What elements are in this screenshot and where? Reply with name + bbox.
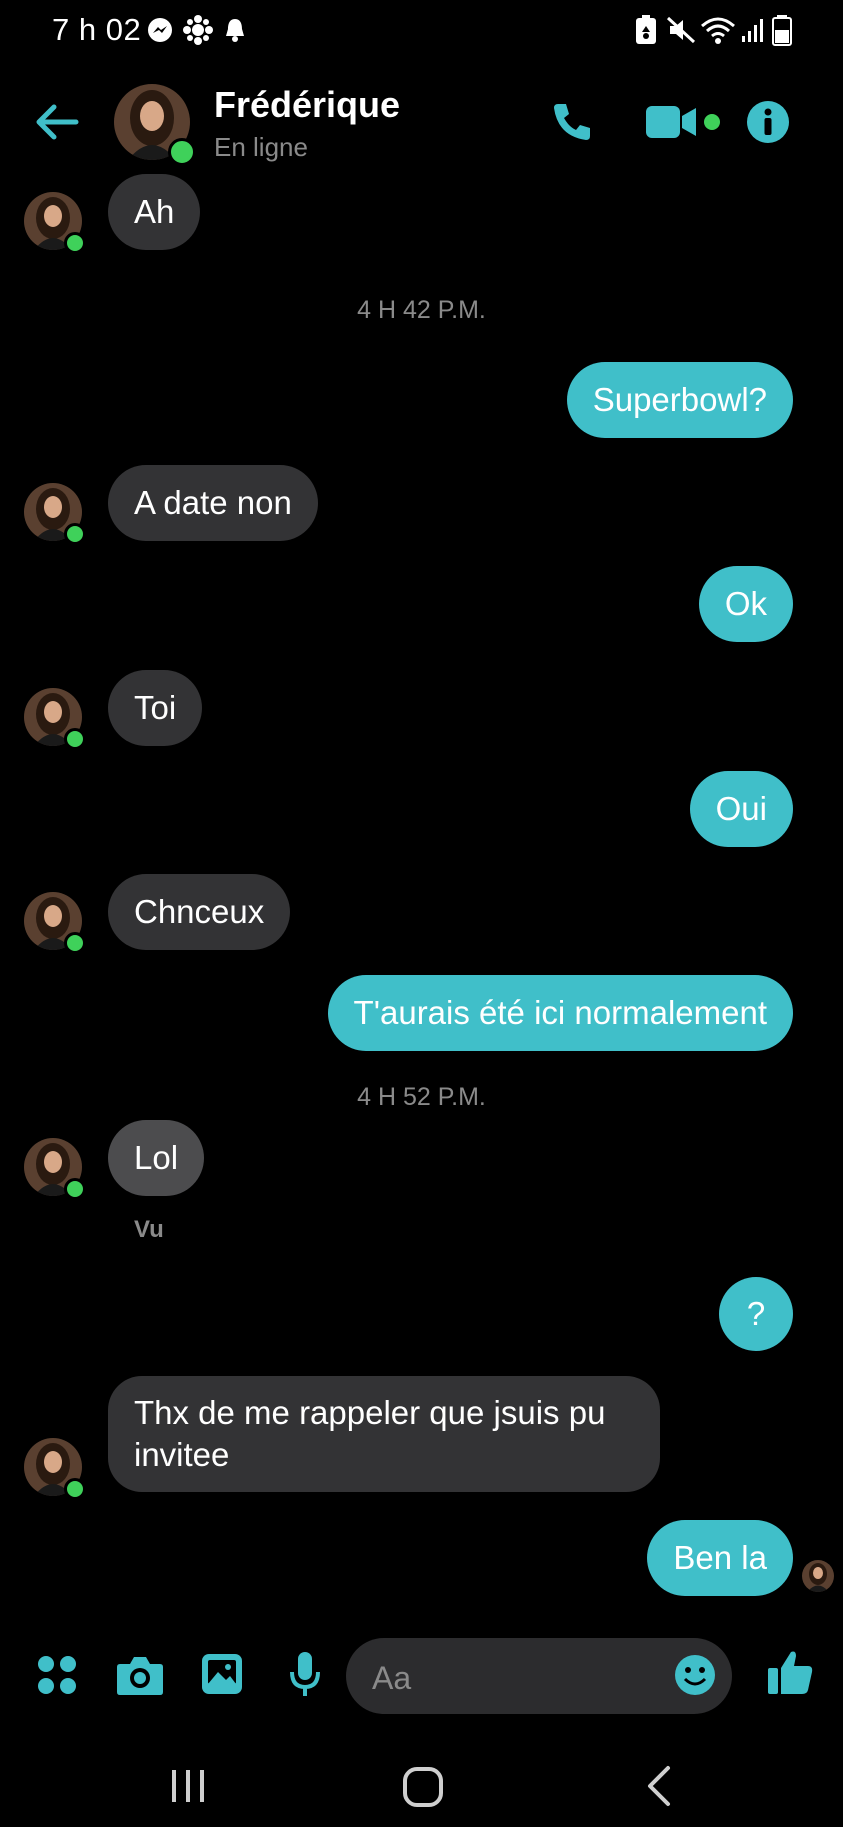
contact-status: En ligne bbox=[214, 132, 308, 162]
battery-icon bbox=[772, 15, 792, 46]
message-outgoing[interactable]: Ok bbox=[698, 566, 793, 642]
online-indicator bbox=[64, 728, 86, 750]
battery-saver-icon bbox=[636, 15, 656, 44]
message-timestamp: 4 H 42 P.M. bbox=[357, 296, 486, 324]
video-icon[interactable] bbox=[646, 104, 722, 140]
message-outgoing[interactable]: Oui bbox=[689, 771, 793, 847]
message-outgoing[interactable]: ? bbox=[719, 1277, 793, 1351]
info-icon[interactable] bbox=[746, 100, 790, 144]
recent-apps-icon[interactable] bbox=[168, 1768, 208, 1804]
home-icon[interactable] bbox=[402, 1766, 444, 1808]
message-incoming[interactable]: Toi bbox=[108, 670, 203, 746]
message-incoming[interactable]: Ah bbox=[108, 174, 201, 250]
microphone-icon[interactable] bbox=[288, 1650, 322, 1700]
wifi-icon bbox=[701, 17, 735, 44]
message-outgoing[interactable]: Superbowl? bbox=[566, 362, 793, 438]
online-indicator bbox=[64, 1178, 86, 1200]
thumbs-up-icon[interactable] bbox=[766, 1648, 814, 1696]
message-outgoing[interactable]: T'aurais été ici normalement bbox=[327, 975, 793, 1051]
arrow-left-icon[interactable] bbox=[34, 100, 80, 144]
online-indicator bbox=[64, 1478, 86, 1500]
message-input-placeholder: Aa bbox=[372, 1660, 412, 1696]
signal-icon bbox=[742, 19, 763, 42]
message-incoming[interactable]: Lol bbox=[108, 1120, 205, 1196]
contact-name[interactable]: Frédérique bbox=[214, 84, 400, 126]
message-incoming[interactable]: A date non bbox=[108, 465, 318, 541]
message-outgoing[interactable]: Ben la bbox=[647, 1520, 793, 1596]
online-indicator bbox=[64, 932, 86, 954]
message-timestamp: 4 H 52 P.M. bbox=[357, 1083, 486, 1111]
cbc-icon bbox=[183, 15, 213, 45]
back-nav-icon[interactable] bbox=[644, 1764, 674, 1808]
gallery-icon[interactable] bbox=[200, 1652, 244, 1696]
menu-dots-icon[interactable] bbox=[36, 1654, 78, 1696]
read-receipt-avatar bbox=[802, 1560, 834, 1592]
message-incoming[interactable]: Chnceux bbox=[108, 874, 291, 950]
phone-icon[interactable] bbox=[550, 100, 594, 144]
camera-icon[interactable] bbox=[116, 1654, 164, 1696]
status-time: 7 h 02 bbox=[52, 12, 142, 47]
mute-icon bbox=[666, 16, 696, 44]
message-line: invitee bbox=[134, 1436, 230, 1473]
messenger-icon bbox=[148, 18, 172, 42]
system-nav-bar bbox=[0, 1740, 843, 1827]
notification-bell-icon bbox=[226, 19, 244, 42]
seen-indicator: Vu bbox=[134, 1216, 164, 1243]
online-indicator bbox=[168, 138, 196, 166]
online-indicator bbox=[64, 523, 86, 545]
emoji-icon[interactable] bbox=[674, 1654, 716, 1696]
message-line: Thx de me rappeler que jsuis pu bbox=[134, 1394, 606, 1431]
online-indicator bbox=[64, 232, 86, 254]
message-incoming[interactable]: Thx de me rappeler que jsuis pu invitee bbox=[108, 1376, 660, 1492]
